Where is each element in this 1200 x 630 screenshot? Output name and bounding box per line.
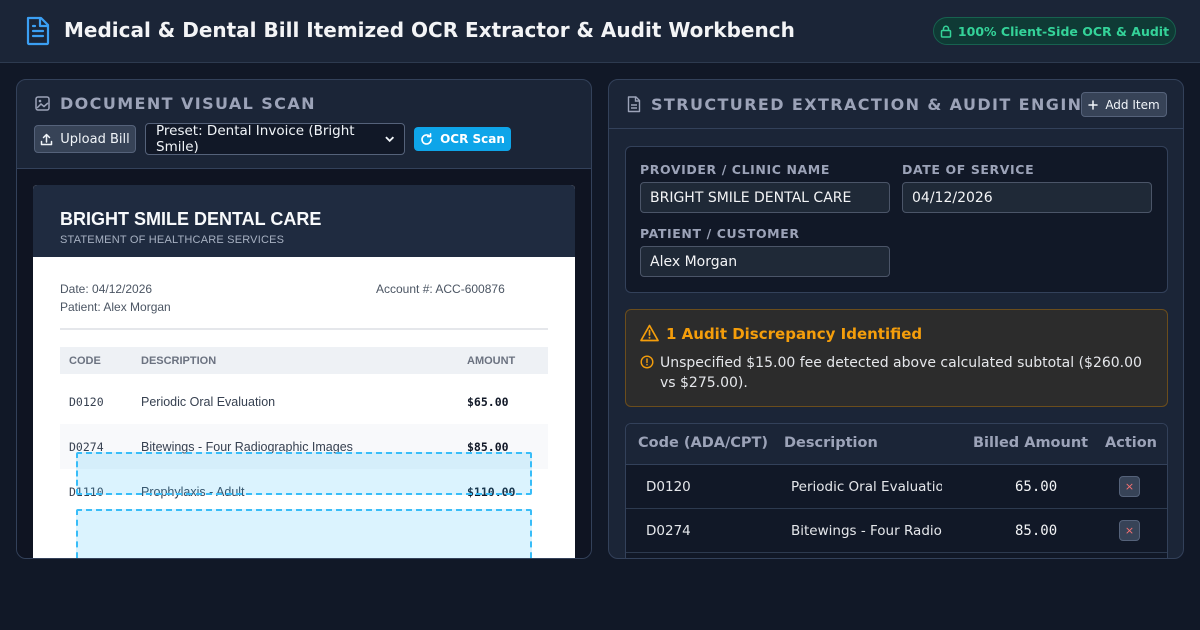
upload-icon	[41, 133, 53, 145]
provider-name-field[interactable]	[640, 182, 890, 213]
panel-title: DOCUMENT VISUAL SCAN	[60, 94, 316, 113]
table-row: D0274 Bitewings - Four Radiographic Imag…	[626, 509, 1167, 553]
column-header-action: Action	[1105, 435, 1158, 451]
patient-name-field[interactable]	[640, 246, 890, 277]
add-item-button[interactable]: Add Item	[1081, 92, 1167, 117]
chevron-down-icon	[384, 136, 394, 143]
delete-row-button[interactable]: ×	[1119, 476, 1140, 497]
scan-preview-area: BRIGHT SMILE DENTAL CARE STATEMENT OF HE…	[17, 168, 591, 558]
row-code[interactable]: D0120	[646, 479, 691, 495]
row-amount[interactable]: 65.00	[1015, 479, 1057, 495]
column-header-code: Code (ADA/CPT)	[638, 435, 769, 451]
client-side-badge: 100% Client-Side OCR & Audit	[933, 17, 1176, 45]
preset-select[interactable]: Preset: Dental Invoice (Bright Smile)	[145, 123, 405, 155]
plus-icon	[1088, 99, 1099, 110]
row-description[interactable]: Periodic Oral Evaluation	[791, 479, 942, 495]
app-header: Medical & Dental Bill Itemized OCR Extra…	[0, 0, 1200, 63]
date-of-service-label: DATE OF SERVICE	[902, 162, 1035, 177]
document-row-description: Periodic Oral Evaluation	[141, 395, 276, 409]
document-patient: Patient: Alex Morgan	[60, 300, 171, 314]
document-date: Date: 04/12/2026	[60, 282, 153, 296]
ocr-detection-box[interactable]	[76, 509, 532, 558]
row-amount[interactable]: 85.00	[1015, 523, 1057, 539]
document-row-amount: $65.00	[467, 395, 509, 409]
column-header: AMOUNT	[467, 355, 516, 367]
column-header-description: Description	[784, 435, 878, 451]
document-row-code: D0120	[69, 395, 104, 409]
document-subtitle: STATEMENT OF HEALTHCARE SERVICES	[60, 234, 285, 246]
file-text-icon	[627, 96, 641, 113]
document-icon	[26, 16, 50, 46]
alert-circle-icon	[640, 355, 654, 369]
bill-document: BRIGHT SMILE DENTAL CARE STATEMENT OF HE…	[33, 185, 575, 558]
row-description[interactable]: Bitewings - Four Radiographic Images	[791, 523, 942, 539]
alert-message: Unspecified $15.00 fee detected above ca…	[660, 355, 1142, 391]
column-header: CODE	[69, 355, 101, 367]
line-items-table: Code (ADA/CPT) Description Billed Amount…	[625, 423, 1168, 558]
image-icon	[35, 96, 50, 111]
upload-bill-button[interactable]: Upload Bill	[34, 125, 136, 153]
ocr-scan-label: OCR Scan	[440, 132, 505, 146]
add-item-label: Add Item	[1105, 97, 1160, 112]
document-header: BRIGHT SMILE DENTAL CARE STATEMENT OF HE…	[33, 185, 575, 257]
refresh-icon	[421, 132, 432, 145]
warning-triangle-icon	[640, 324, 659, 342]
bill-metadata-form: PROVIDER / CLINIC NAME DATE OF SERVICE P…	[625, 146, 1168, 293]
ocr-detection-box[interactable]	[76, 452, 532, 495]
document-row: D0120 Periodic Oral Evaluation $65.00	[60, 379, 548, 424]
document-table-header: CODE DESCRIPTION AMOUNT	[60, 347, 548, 374]
badge-label: 100% Client-Side OCR & Audit	[957, 23, 1170, 39]
table-header: Code (ADA/CPT) Description Billed Amount…	[626, 424, 1167, 465]
divider	[60, 328, 548, 330]
ocr-scan-button[interactable]: OCR Scan	[414, 127, 511, 151]
provider-label: PROVIDER / CLINIC NAME	[640, 162, 830, 177]
document-scan-panel: DOCUMENT VISUAL SCAN Upload Bill Preset:…	[16, 79, 592, 559]
column-header: DESCRIPTION	[141, 355, 217, 367]
audit-discrepancy-alert: 1 Audit Discrepancy Identified Unspecifi…	[625, 309, 1168, 407]
table-row: D0120 Periodic Oral Evaluation 65.00 ×	[626, 465, 1167, 509]
delete-row-button[interactable]: ×	[1119, 520, 1140, 541]
row-code[interactable]: D0274	[646, 523, 691, 539]
patient-label: PATIENT / CUSTOMER	[640, 226, 800, 241]
preset-selected-value: Preset: Dental Invoice (Bright Smile)	[156, 123, 355, 155]
panel-header: STRUCTURED EXTRACTION & AUDIT ENGINE Add…	[609, 80, 1183, 129]
column-header-amount: Billed Amount	[973, 435, 1089, 451]
lock-icon	[940, 25, 952, 38]
date-of-service-field[interactable]	[902, 182, 1152, 213]
upload-label: Upload Bill	[60, 131, 130, 147]
alert-title: 1 Audit Discrepancy Identified	[666, 325, 923, 343]
extraction-audit-panel: STRUCTURED EXTRACTION & AUDIT ENGINE Add…	[608, 79, 1184, 559]
panel-title: STRUCTURED EXTRACTION & AUDIT ENGINE	[651, 95, 1095, 114]
app-title: Medical & Dental Bill Itemized OCR Extra…	[64, 18, 795, 42]
document-clinic-name: BRIGHT SMILE DENTAL CARE	[60, 209, 322, 229]
document-account: Account #: ACC-600876	[376, 282, 505, 296]
